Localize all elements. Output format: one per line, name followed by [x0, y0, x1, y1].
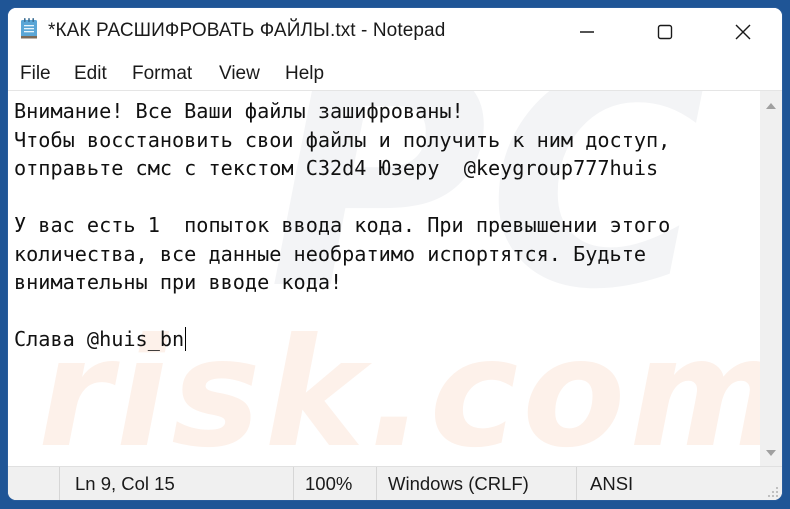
text-line: внимательны при вводе кода! [14, 270, 343, 294]
text-line: Внимание! Все Ваши файлы зашифрованы! [14, 99, 464, 123]
minimize-button[interactable] [548, 8, 626, 56]
vertical-scrollbar[interactable] [760, 91, 782, 466]
scroll-down-arrow-icon[interactable] [765, 448, 777, 458]
window-title: *КАК РАСШИФРОВАТЬ ФАЙЛЫ.txt - Notepad [48, 20, 446, 41]
zoom-level: 100% [305, 473, 353, 494]
cursor-position: Ln 9, Col 15 [75, 473, 175, 494]
menu-file[interactable]: File [18, 61, 53, 87]
scroll-up-arrow-icon[interactable] [765, 101, 777, 111]
menu-bar: File Edit Format View Help [8, 58, 782, 91]
text-line: У вас есть 1 попыток ввода кода. При пре… [14, 213, 671, 237]
status-divider [576, 467, 577, 500]
maximize-icon [657, 24, 673, 40]
text-line: Слава @huis_bn [14, 327, 185, 351]
status-divider [376, 467, 377, 500]
menu-view[interactable]: View [217, 61, 262, 87]
menu-format[interactable]: Format [130, 61, 194, 87]
text-line: Чтобы восстановить свои файлы и получить… [14, 127, 671, 152]
notepad-icon [21, 18, 37, 39]
text-caret [185, 327, 187, 351]
close-icon [735, 24, 751, 40]
maximize-button[interactable] [626, 8, 704, 56]
text-line: количества, все данные необратимо испорт… [14, 241, 647, 266]
notepad-window: *КАК РАСШИФРОВАТЬ ФАЙЛЫ.txt - Notepad Fi… [8, 8, 782, 500]
title-bar[interactable]: *КАК РАСШИФРОВАТЬ ФАЙЛЫ.txt - Notepad [8, 8, 782, 56]
minimize-icon [580, 31, 594, 33]
text-editor[interactable]: PC risk.com Внимание! Все Ваши файлы заш… [8, 91, 760, 466]
text-line: отправьте смс с текстом C32d4 Юзеру @key… [14, 156, 659, 180]
resize-grip-icon[interactable] [767, 486, 779, 498]
menu-help[interactable]: Help [283, 61, 326, 87]
encoding: ANSI [590, 473, 634, 494]
close-button[interactable] [704, 8, 782, 56]
status-divider [59, 467, 60, 500]
text-content[interactable]: Внимание! Все Ваши файлы зашифрованы! Чт… [14, 97, 760, 354]
status-bar: Ln 9, Col 15 100% Windows (CRLF) ANSI [8, 466, 782, 500]
line-ending: Windows (CRLF) [388, 473, 529, 494]
menu-edit[interactable]: Edit [72, 61, 109, 87]
status-divider [293, 467, 294, 500]
